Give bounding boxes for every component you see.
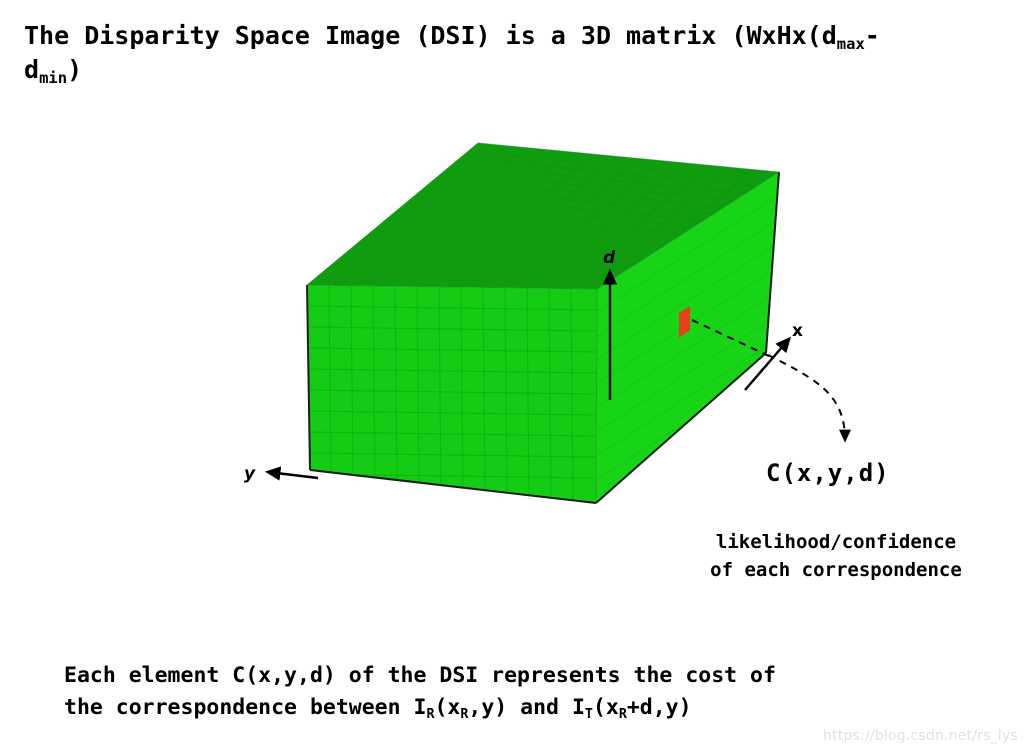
callout-arrow-dashed xyxy=(767,354,851,443)
bottom-paragraph-line1: Each element C(x,y,d) of the DSI represe… xyxy=(64,663,776,688)
slide-canvas: The Disparity Space Image (DSI) is a 3D … xyxy=(0,0,1026,752)
callout-description: likelihood/confidence of each correspond… xyxy=(676,529,996,584)
watermark: https://blog.csdn.net/rs_lys xyxy=(823,728,1018,744)
bottom-paragraph: Each element C(x,y,d) of the DSI represe… xyxy=(64,660,994,725)
callout-description-line2: of each correspondence xyxy=(710,558,962,581)
bottom-line2-part-c: ,y) and I xyxy=(468,695,585,721)
bottom-line2-sub-c: T xyxy=(584,707,593,723)
axis-label-x: x xyxy=(792,321,803,341)
bottom-paragraph-line2: the correspondence between IR(xR,y) and … xyxy=(64,692,994,725)
axis-label-d: d xyxy=(603,248,616,268)
axis-label-y: y xyxy=(244,464,256,484)
bottom-line2-part-a: the correspondence between I xyxy=(64,695,427,721)
block-front-face xyxy=(307,285,597,503)
callout-formula: C(x,y,d) xyxy=(766,459,890,487)
axis-arrow-y xyxy=(264,466,319,481)
bottom-line2-part-b: (x xyxy=(434,695,461,721)
bottom-line2-part-d: (x xyxy=(592,695,619,721)
callout-description-line1: likelihood/confidence xyxy=(715,531,957,553)
dsi-volume-figure xyxy=(264,142,851,504)
bottom-line2-sub-d: R xyxy=(618,707,627,723)
bottom-line2-part-e: +d,y) xyxy=(626,695,692,721)
